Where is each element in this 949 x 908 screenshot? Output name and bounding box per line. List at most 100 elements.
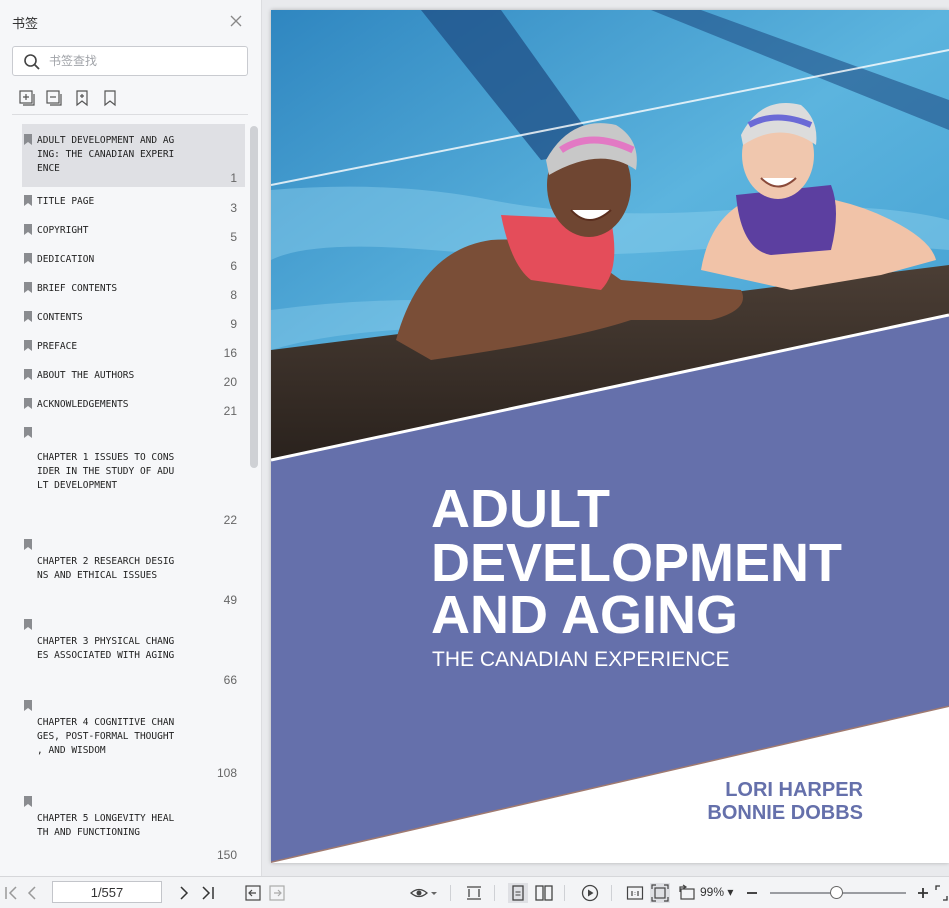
bookmark-label: CONTENTS (37, 312, 83, 323)
bookmark-label: TITLE PAGE (37, 196, 95, 207)
rotate-icon[interactable] (677, 883, 697, 903)
bookmark-icon (24, 700, 32, 711)
single-page-icon[interactable] (508, 883, 528, 903)
bookmark-panel: 书签 书签查找 ADULT DEVELOPMENT AND AG ING: TH… (0, 0, 262, 876)
bookmark-item[interactable]: CHAPTER 4 COGNITIVE CHAN GES, POST-FORMA… (22, 696, 245, 792)
bookmark-item[interactable]: CHAPTER 1 ISSUES TO CONS IDER IN THE STU… (22, 419, 245, 535)
first-page-icon[interactable] (2, 883, 22, 903)
bookmark-item[interactable]: BRIEF CONTENTS 8 (22, 274, 245, 303)
bookmark-label: PREFACE (37, 341, 78, 352)
cover-title-line-3: AND AGING (431, 585, 738, 645)
bookmark-icon (24, 398, 32, 409)
bookmark-label: DEDICATION (37, 254, 95, 265)
bookmark-page: 108 (216, 766, 237, 780)
two-page-icon[interactable] (534, 883, 554, 903)
bookmark-page: 16 (223, 346, 237, 360)
panel-title: 书签 (12, 16, 39, 31)
fullscreen-icon[interactable] (933, 883, 949, 903)
bookmark-icon (24, 619, 32, 630)
zoom-slider-handle[interactable] (830, 886, 843, 899)
bookmark-page: 22 (223, 513, 237, 527)
bookmark-label: CHAPTER 3 PHYSICAL CHANG ES ASSOCIATED W… (37, 636, 175, 661)
bookmark-icon (24, 539, 32, 550)
bookmark-label: CHAPTER 5 LONGEVITY HEAL TH AND FUNCTION… (37, 813, 175, 838)
bookmark-label: ACKNOWLEDGEMENTS (37, 399, 129, 410)
cover-author-1: LORI HARPER (725, 779, 863, 801)
bookmark-page: 150 (216, 848, 237, 862)
fit-page-icon[interactable] (650, 883, 670, 903)
divider (564, 885, 565, 901)
bookmark-page: 6 (230, 259, 237, 273)
bookmark-icon (24, 427, 32, 438)
bookmark-item[interactable]: COPYRIGHT 5 (22, 216, 245, 245)
bookmark-item[interactable]: CHAPTER 2 RESEARCH DESIG NS AND ETHICAL … (22, 535, 245, 615)
bookmark-label: BRIEF CONTENTS (37, 283, 118, 294)
bookmark-page: 9 (230, 317, 237, 331)
bookmark-item[interactable]: CONTENTS 9 (22, 303, 245, 332)
expand-all-icon[interactable] (17, 88, 37, 108)
bookmark-item[interactable]: ABOUT THE AUTHORS 20 (22, 361, 245, 390)
cover-title-line-2: DEVELOPMENT (431, 533, 842, 593)
bookmark-label: CHAPTER 2 RESEARCH DESIG NS AND ETHICAL … (37, 556, 175, 581)
bookmark-list: ADULT DEVELOPMENT AND AG ING: THE CANADI… (22, 124, 245, 876)
bookmark-icon (24, 253, 32, 264)
search-icon (24, 54, 40, 70)
back-icon[interactable] (243, 883, 263, 903)
divider (12, 114, 248, 115)
bookmark-icon (24, 340, 32, 351)
page-number-input[interactable] (52, 881, 162, 903)
bookmark-icon (24, 796, 32, 807)
document-viewer[interactable]: ADULT DEVELOPMENT AND AGING THE CANADIAN… (263, 0, 949, 876)
add-bookmark-icon[interactable] (72, 88, 92, 108)
zoom-in-icon[interactable] (913, 883, 933, 903)
bookmark-page: 66 (223, 673, 237, 687)
bookmark-page: 20 (223, 375, 237, 389)
bookmark-label: ADULT DEVELOPMENT AND AG ING: THE CANADI… (37, 135, 175, 174)
bookmark-label: COPYRIGHT (37, 225, 89, 236)
scrollbar-thumb[interactable] (250, 126, 258, 468)
divider (611, 885, 612, 901)
bookmark-icon[interactable] (100, 88, 120, 108)
bookmark-item[interactable]: CHAPTER 5 LONGEVITY HEAL TH AND FUNCTION… (22, 792, 245, 872)
bottom-toolbar: 99% ▾ (0, 876, 949, 908)
bookmark-item[interactable]: ACKNOWLEDGEMENTS 21 (22, 390, 245, 419)
next-page-icon[interactable] (174, 883, 194, 903)
zoom-out-icon[interactable] (742, 883, 762, 903)
eye-icon[interactable] (409, 883, 439, 903)
bookmark-item[interactable]: PREFACE 16 (22, 332, 245, 361)
bookmark-page: 5 (230, 230, 237, 244)
bookmark-page: 21 (223, 404, 237, 418)
zoom-level[interactable]: 99% ▾ (700, 885, 733, 899)
divider (494, 885, 495, 901)
bookmark-item[interactable]: TITLE PAGE 3 (22, 187, 245, 216)
bookmark-icon (24, 282, 32, 293)
cover-title-line-1: ADULT (431, 479, 610, 539)
bookmark-icon (24, 195, 32, 206)
bookmark-icon (24, 134, 32, 145)
divider (450, 885, 451, 901)
bookmark-icon (24, 311, 32, 322)
bookmark-page: 1 (230, 171, 237, 185)
bookmark-search-input[interactable] (49, 51, 239, 71)
bookmark-item[interactable]: CHAPTER 3 PHYSICAL CHANG ES ASSOCIATED W… (22, 615, 245, 696)
bookmark-label: CHAPTER 1 ISSUES TO CONS IDER IN THE STU… (37, 452, 175, 491)
close-icon[interactable] (227, 12, 245, 30)
collapse-all-icon[interactable] (44, 88, 64, 108)
bookmark-item[interactable]: DEDICATION 6 (22, 245, 245, 274)
pdf-reader-window: 书签 书签查找 ADULT DEVELOPMENT AND AG ING: TH… (0, 0, 949, 908)
bookmark-label: ABOUT THE AUTHORS (37, 370, 135, 381)
forward-icon[interactable] (267, 883, 287, 903)
bookmark-page: 3 (230, 201, 237, 215)
previous-page-icon[interactable] (22, 883, 42, 903)
bookmark-item[interactable]: ADULT DEVELOPMENT AND AG ING: THE CANADI… (22, 124, 245, 187)
last-page-icon[interactable] (197, 883, 217, 903)
zoom-value: 99% (700, 885, 725, 899)
actual-size-icon[interactable] (625, 883, 645, 903)
fit-width-icon[interactable] (464, 883, 484, 903)
book-cover: ADULT DEVELOPMENT AND AGING THE CANADIAN… (271, 10, 949, 863)
bookmark-label: CHAPTER 4 COGNITIVE CHAN GES, POST-FORMA… (37, 717, 175, 756)
play-icon[interactable] (580, 883, 600, 903)
bookmark-page: 49 (223, 593, 237, 607)
bookmark-icon (24, 224, 32, 235)
bookmark-page: 8 (230, 288, 237, 302)
